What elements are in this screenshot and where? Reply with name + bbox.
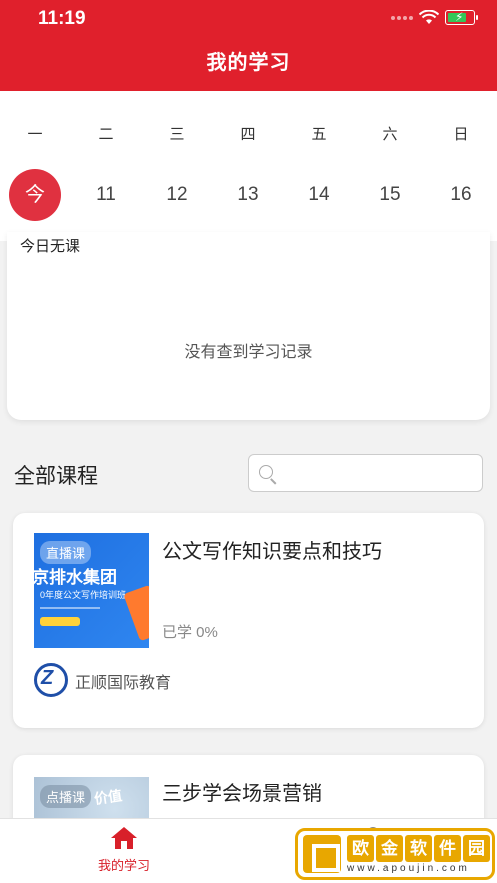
tab-my-study[interactable]: 我的学习 [74,827,174,874]
site-watermark: 欧 金 软 件 园 www.apoujin.com [295,828,495,880]
status-icons: ⚡ [391,10,478,25]
home-icon [111,827,137,849]
watermark-text: 欧 金 软 件 园 www.apoujin.com [347,834,490,874]
date-item[interactable]: 12 [151,169,203,221]
watermark-char: 件 [434,834,461,862]
all-courses-title: 全部课程 [14,465,98,488]
thumbnail-decoration [40,617,80,626]
search-input[interactable] [281,455,476,491]
course-type-badge: 点播课 [40,785,92,808]
tab-label: 我的学习 [97,858,150,873]
course-thumbnail: 直播课 京排水集团 0年度公文写作培训班 [34,533,149,648]
wifi-icon [419,10,439,24]
course-progress: 已学 0% [162,624,218,641]
thumbnail-subline: 0年度公文写作培训班 [40,590,127,600]
today-record-card [7,232,490,420]
watermark-char: 欧 [347,834,374,862]
weekday-wed: 三 [169,126,185,143]
thumbnail-decoration [40,607,100,609]
date-item[interactable]: 15 [364,169,416,221]
weekday-thu: 四 [240,126,256,143]
date-item[interactable]: 13 [222,169,274,221]
status-time: 11:19 [38,8,86,29]
course-title: 三步学会场景营销 [162,783,322,805]
watermark-char: 金 [376,834,403,862]
course-title: 公文写作知识要点和技巧 [162,541,382,563]
date-item[interactable]: 14 [293,169,345,221]
today-status-label: 今日无课 [20,238,81,255]
watermark-url: www.apoujin.com [347,862,470,874]
date-item[interactable]: 16 [435,169,487,221]
weekday-sat: 六 [382,126,398,143]
battery-icon: ⚡ [445,10,478,25]
thumbnail-decoration [123,584,149,642]
weekday-mon: 一 [27,126,43,143]
search-icon [259,465,273,479]
thumbnail-headline: 价值 [93,787,123,807]
organization-logo: Z [34,663,68,713]
weekday-fri: 五 [311,126,327,143]
watermark-char: 园 [463,834,490,862]
weekday-tue: 二 [98,126,114,143]
signal-icon [391,15,413,20]
week-calendar: 一 二 三 四 五 六 日 今 11 12 13 14 15 16 [0,91,497,241]
thumbnail-headline: 京排水集团 [34,568,117,587]
page-title: 我的学习 [206,52,291,74]
date-item[interactable]: 11 [80,169,132,221]
watermark-char: 软 [405,834,432,862]
course-type-badge: 直播课 [40,541,92,564]
date-today[interactable]: 今 [9,169,61,221]
course-card[interactable]: 直播课 京排水集团 0年度公文写作培训班 公文写作知识要点和技巧 已学 0% Z… [13,513,484,728]
course-search[interactable] [248,454,483,492]
weekday-sun: 日 [453,126,469,143]
app-header: 11:19 ⚡ 我的学习 [0,0,497,91]
organization-name: 正顺国际教育 [75,675,172,692]
watermark-logo-icon [303,835,341,873]
empty-record-message: 没有查到学习记录 [184,344,313,361]
